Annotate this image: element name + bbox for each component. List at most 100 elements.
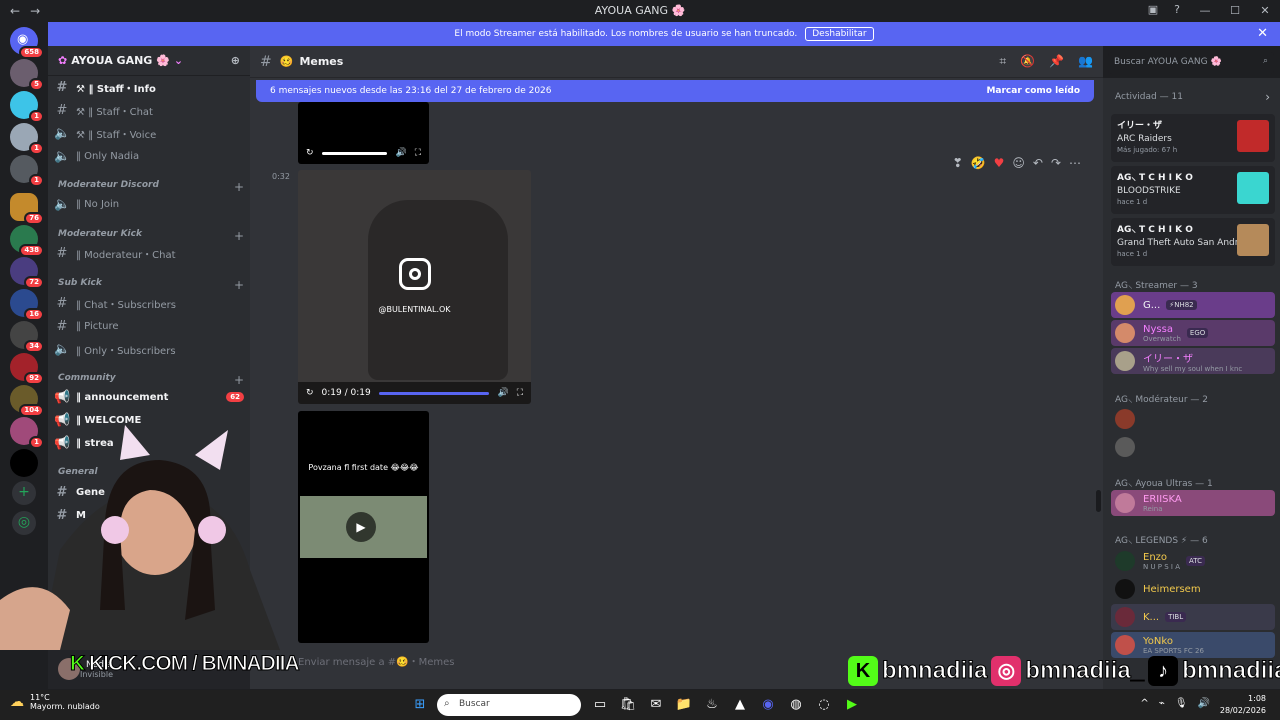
steam-icon[interactable]: ♨ — [702, 695, 722, 715]
weather-widget[interactable]: ☁ 11°C Mayorm. nublado — [10, 693, 100, 711]
category-header[interactable]: Moderateur Kick + — [58, 229, 244, 243]
channel-item[interactable]: # ‖ Chat・Subscribers — [54, 293, 244, 313]
reaction-red-heart-icon[interactable]: ♥ — [994, 156, 1005, 170]
mic-icon[interactable]: 🎙 — [1175, 698, 1188, 709]
chrome-icon[interactable]: ◍ — [786, 695, 806, 715]
scrollbar-thumb[interactable] — [1096, 490, 1101, 512]
file-explorer-icon[interactable]: 📁 — [674, 695, 694, 715]
add-channel-icon[interactable]: + — [234, 180, 244, 194]
add-channel-icon[interactable]: + — [234, 278, 244, 292]
server-icon[interactable]: 438 — [10, 225, 44, 257]
video-embed[interactable]: Povzana fl first date 😂😂😂 ▶ — [298, 411, 429, 643]
fullscreen-icon[interactable]: ⛶ — [517, 388, 523, 398]
member-item[interactable]: イリー・ザ Why sell my soul when I knc — [1111, 348, 1275, 374]
active-server-icon[interactable]: 76 — [10, 193, 44, 225]
home-button[interactable]: ◉ 658 — [10, 27, 44, 59]
help-icon[interactable]: ? — [1174, 3, 1180, 16]
mute-bell-icon[interactable]: 🔕 — [1020, 54, 1035, 69]
member-list-icon[interactable]: 👥 — [1078, 54, 1093, 69]
volume-icon[interactable]: 🔊 — [497, 388, 508, 398]
fullscreen-icon[interactable]: ⛶ — [415, 148, 421, 158]
server-icon[interactable]: 92 — [10, 353, 44, 385]
forward-icon[interactable]: ↷ — [1051, 156, 1061, 170]
channel-item[interactable]: # ⚒ ‖ Staff・Info — [54, 77, 244, 97]
volume-icon[interactable]: 🔊 — [1198, 698, 1210, 709]
channel-item[interactable]: # ⚒ ‖ Staff・Chat — [54, 100, 244, 120]
video-embed[interactable]: @BULENTINAL.OK ↻ 0:19 / 0:19 🔊 ⛶ — [298, 170, 531, 404]
reaction-laugh-icon[interactable]: 🤣 — [971, 156, 986, 170]
photos-icon[interactable]: ▲ — [730, 695, 750, 715]
new-messages-bar[interactable]: 6 mensajes nuevos desde las 23:16 del 27… — [256, 80, 1094, 102]
play-icon[interactable]: ▶ — [346, 512, 376, 542]
category-header[interactable]: Sub Kick + — [58, 278, 244, 292]
discord-icon[interactable]: ◉ — [758, 695, 778, 715]
channel-item[interactable]: # ‖ Picture — [54, 316, 244, 336]
obs-icon[interactable]: ◌ — [814, 695, 834, 715]
server-icon[interactable]: 1 — [10, 91, 44, 123]
member-item[interactable]: ERIISKA Reina — [1111, 490, 1275, 516]
mark-as-read-button[interactable]: Marcar como leído — [986, 86, 1080, 96]
channel-item[interactable]: # ‖ Moderateur・Chat — [54, 243, 244, 263]
close-window-button[interactable]: ✕ — [1250, 4, 1280, 17]
add-channel-icon[interactable]: + — [234, 373, 244, 387]
category-header[interactable]: Community + — [58, 373, 244, 387]
close-icon[interactable]: ✕ — [1257, 26, 1268, 41]
server-icon[interactable]: 1 — [10, 123, 44, 155]
member-item[interactable]: G... ⚡NH82 — [1111, 292, 1275, 318]
channel-item[interactable]: 🔈 ‖ Only Nadia — [54, 146, 244, 166]
inbox-icon[interactable]: ▣ — [1148, 3, 1158, 16]
server-header[interactable]: ✿ AYOUA GANG 🌸 ⌄ ⊕ — [48, 46, 250, 76]
reaction-heart-icon[interactable]: ❣ — [953, 156, 963, 170]
server-icon[interactable]: 1 — [10, 155, 44, 187]
chevron-up-icon[interactable]: ^ — [1140, 698, 1148, 709]
reply-icon[interactable]: ↶ — [1033, 156, 1043, 170]
server-icon[interactable]: 72 — [10, 257, 44, 289]
member-item[interactable] — [1111, 434, 1275, 460]
category-header[interactable]: Moderateur Discord + — [58, 180, 244, 194]
taskbar-search[interactable]: ⌕ Buscar — [437, 694, 581, 716]
store-icon[interactable]: 🛍 — [618, 695, 638, 715]
windows-start-icon[interactable]: ⊞ — [410, 695, 430, 715]
activity-card[interactable]: AG⸜ T C H I K O BLOODSTRIKE hace 1 d — [1111, 166, 1275, 214]
replay-icon[interactable]: ↻ — [306, 388, 314, 398]
member-item[interactable]: Enzo N U P S I A ATC — [1111, 548, 1275, 574]
activity-card[interactable]: AG⸜ T C H I K O Grand Theft Auto San And… — [1111, 218, 1275, 266]
task-view-icon[interactable]: ▭ — [590, 695, 610, 715]
network-icon[interactable]: ⌁ — [1159, 698, 1165, 709]
channel-item[interactable]: 📢 ‖ announcement 62 — [54, 387, 244, 407]
window-title: AYOUA GANG 🌸 — [594, 4, 686, 17]
channel-item[interactable]: 🔈 ‖ No Join — [54, 194, 244, 214]
replay-icon[interactable]: ↻ — [306, 148, 314, 158]
channel-item[interactable]: 🔈 ‖ Only・Subscribers — [54, 339, 244, 359]
video-progress[interactable] — [378, 391, 490, 395]
member-item[interactable]: Nyssa Overwatch EGO — [1111, 320, 1275, 346]
clock[interactable]: 1:08 28/02/2026 — [1220, 693, 1266, 717]
server-icon[interactable]: 104 — [10, 385, 44, 417]
pin-icon[interactable]: 📌 — [1049, 54, 1064, 69]
add-channel-icon[interactable]: + — [234, 229, 244, 243]
video-embed[interactable]: ↻ 🔊 ⛶ — [298, 102, 429, 164]
minimize-button[interactable]: — — [1190, 4, 1220, 17]
outlook-icon[interactable]: ✉ — [646, 695, 666, 715]
add-member-icon[interactable]: ⊕ — [231, 54, 240, 67]
member-item[interactable]: K... TIBL — [1111, 604, 1275, 630]
forward-arrow-icon[interactable]: → — [30, 4, 40, 18]
member-item[interactable]: Heimersem — [1111, 576, 1275, 602]
server-icon[interactable]: 34 — [10, 321, 44, 353]
server-icon[interactable]: 16 — [10, 289, 44, 321]
more-icon[interactable]: ⋯ — [1069, 156, 1081, 170]
maximize-button[interactable]: ☐ — [1220, 4, 1250, 17]
volume-icon[interactable]: 🔊 — [395, 148, 406, 158]
kick-app-icon[interactable]: ▶ — [842, 695, 862, 715]
chevron-right-icon[interactable]: › — [1265, 90, 1270, 104]
activity-card[interactable]: イリー・ザ ARC Raiders Más jugado: 67 h — [1111, 114, 1275, 162]
member-item[interactable] — [1111, 406, 1275, 432]
video-progress[interactable] — [321, 151, 388, 155]
disable-streamer-button[interactable]: Deshabilitar — [805, 27, 874, 41]
back-arrow-icon[interactable]: ← — [10, 4, 20, 18]
search-input[interactable]: Buscar AYOUA GANG 🌸 ⌕ — [1108, 52, 1274, 74]
channel-item[interactable]: 🔈 ⚒ ‖ Staff・Voice — [54, 123, 244, 143]
threads-icon[interactable]: ⌗ — [999, 54, 1006, 69]
server-icon[interactable]: 5 — [10, 59, 44, 91]
add-reaction-icon[interactable]: ☺ — [1012, 156, 1025, 170]
